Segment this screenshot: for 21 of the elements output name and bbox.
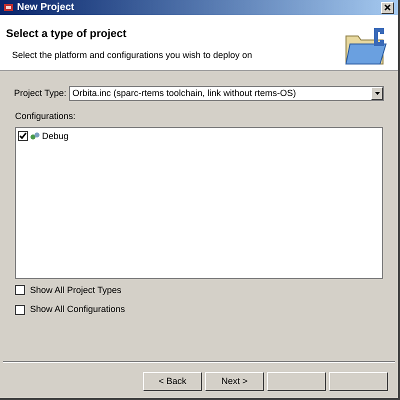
blank-button[interactable] bbox=[329, 372, 388, 391]
checkbox-label: Show All Project Types bbox=[30, 284, 122, 297]
checkbox-label: Show All Configurations bbox=[30, 303, 126, 316]
blank-button[interactable] bbox=[267, 372, 326, 391]
field-label: Configurations: bbox=[14, 110, 77, 123]
dialog-button[interactable]: < Back bbox=[143, 372, 202, 391]
configuration-label: Debug bbox=[42, 130, 69, 143]
checkbox[interactable] bbox=[15, 285, 25, 296]
close-icon bbox=[384, 4, 391, 11]
caret-icon bbox=[374, 92, 380, 95]
field-label: Project Type: bbox=[14, 86, 66, 100]
page-title: Select a type of project bbox=[6, 27, 128, 42]
project-type-dropdown[interactable]: Orbita.inc (sparc-rtems toolchain, link without rtems-OS) bbox=[69, 86, 384, 101]
checkbox[interactable] bbox=[18, 131, 28, 142]
checkbox[interactable] bbox=[15, 304, 25, 315]
dialog-button[interactable]: Next > bbox=[205, 372, 264, 391]
dropdown-arrow-button[interactable] bbox=[371, 87, 383, 100]
app-icon bbox=[4, 3, 13, 12]
window-title: New Project bbox=[17, 1, 76, 15]
page-description: Select the platform and configurations you wish to deploy on bbox=[11, 48, 254, 62]
close-button[interactable] bbox=[381, 2, 394, 14]
